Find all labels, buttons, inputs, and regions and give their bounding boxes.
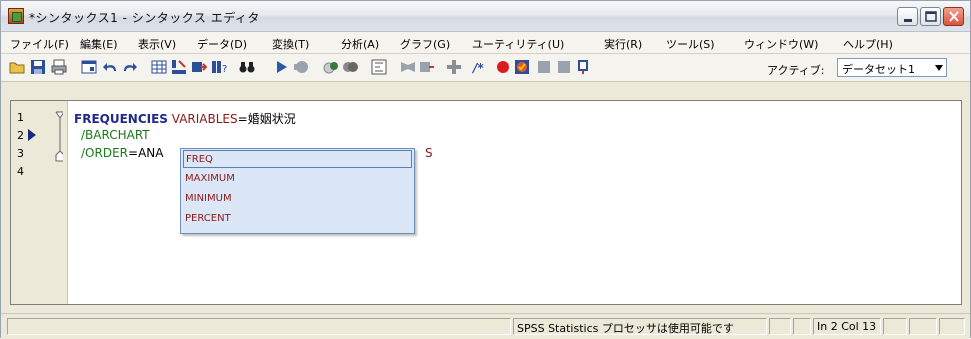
code-line-2: /BARCHART bbox=[81, 128, 150, 142]
fold-bracket-icon[interactable] bbox=[55, 111, 63, 167]
title-bar[interactable]: *シンタックス1 - シンタックス エディタ bbox=[1, 1, 970, 32]
breakpoint-icon[interactable] bbox=[495, 59, 511, 75]
autocomplete-item[interactable]: FREQ bbox=[183, 150, 412, 168]
insert-icon[interactable] bbox=[446, 59, 462, 75]
syntax-help-icon[interactable] bbox=[371, 59, 387, 75]
menu-window[interactable]: ウィンドウ(W) bbox=[744, 36, 818, 52]
variable-name: 婚姻状況 bbox=[247, 112, 296, 126]
comment-toggle-icon[interactable]: /* bbox=[472, 59, 488, 75]
status-empty-cell bbox=[883, 318, 907, 335]
current-line-arrow-icon bbox=[28, 129, 36, 141]
subcommand-barchart: /BARCHART bbox=[81, 128, 150, 142]
line-number-gutter[interactable]: 1 2 3 4 bbox=[11, 101, 68, 304]
command-keyword: FREQUENCIES bbox=[74, 112, 168, 126]
validate-icon[interactable] bbox=[536, 59, 552, 75]
code-line-3: /ORDER=ANA bbox=[81, 146, 163, 160]
minimize-button[interactable] bbox=[897, 7, 918, 26]
status-message-cell bbox=[7, 318, 511, 335]
code-line-1: FREQUENCIES VARIABLES=婚姻状況 bbox=[74, 110, 296, 127]
menu-view[interactable]: 表示(V) bbox=[138, 36, 176, 52]
active-dataset-value: データセット1 bbox=[842, 63, 915, 76]
auto-complete-icon[interactable] bbox=[556, 59, 572, 75]
run-selection-icon[interactable] bbox=[274, 59, 290, 75]
autocomplete-popup[interactable]: FREQ MAXIMUM MINIMUM PERCENT bbox=[180, 148, 415, 234]
svg-text:?: ? bbox=[222, 64, 227, 75]
autocomplete-item[interactable]: MAXIMUM bbox=[183, 170, 412, 188]
cursor-position-text: In 2 Col 13 bbox=[817, 320, 877, 333]
maximize-icon bbox=[925, 11, 937, 22]
status-empty-cell bbox=[769, 318, 791, 335]
menu-help[interactable]: ヘルプ(H) bbox=[843, 36, 893, 52]
step-through-icon[interactable] bbox=[323, 59, 339, 75]
typed-keyword: ANA bbox=[138, 146, 164, 160]
menu-bar: ファイル(F) 編集(E) 表示(V) データ(D) 変換(T) 分析(A) グ… bbox=[1, 32, 970, 54]
goto-case-icon[interactable] bbox=[151, 59, 167, 75]
window-title: *シンタックス1 - シンタックス エディタ bbox=[29, 11, 260, 25]
subcommand-order: /ORDER bbox=[81, 146, 128, 160]
bookmark-icon[interactable] bbox=[400, 59, 416, 75]
menu-tools[interactable]: ツール(S) bbox=[666, 36, 715, 52]
variable-info-icon[interactable]: ? bbox=[211, 59, 227, 75]
syntax-editor[interactable]: 1 2 3 4 FREQUENCIES VARIABLES=婚姻状況 /BARC… bbox=[10, 100, 962, 305]
menu-transform[interactable]: 変換(T) bbox=[272, 36, 309, 52]
menu-data[interactable]: データ(D) bbox=[197, 36, 247, 52]
menu-graphs[interactable]: グラフ(G) bbox=[400, 36, 450, 52]
syntax-app-icon bbox=[8, 8, 24, 24]
stop-processor-icon[interactable] bbox=[293, 59, 309, 75]
line-number: 4 bbox=[17, 165, 24, 178]
svg-text:/*: /* bbox=[472, 61, 484, 75]
menu-run[interactable]: 実行(R) bbox=[604, 36, 642, 52]
processor-status-cell: SPSS Statistics プロセッサは使用可能です bbox=[513, 318, 767, 335]
close-button[interactable] bbox=[943, 7, 964, 26]
menu-analyze[interactable]: 分析(A) bbox=[341, 36, 379, 52]
line-number: 1 bbox=[17, 111, 24, 124]
maximize-button[interactable] bbox=[920, 7, 941, 26]
close-icon bbox=[949, 11, 959, 22]
continue-icon[interactable] bbox=[342, 59, 358, 75]
clear-breakpoints-icon[interactable] bbox=[514, 59, 530, 75]
status-bar: SPSS Statistics プロセッサは使用可能です In 2 Col 13 bbox=[1, 313, 970, 339]
redo-icon[interactable] bbox=[121, 59, 137, 75]
status-empty-cell bbox=[793, 318, 811, 335]
cursor-position-cell: In 2 Col 13 bbox=[813, 318, 881, 335]
autocomplete-item[interactable]: PERCENT bbox=[183, 210, 412, 228]
chevron-down-icon bbox=[935, 65, 943, 71]
variables-icon[interactable] bbox=[191, 59, 207, 75]
next-bookmark-icon[interactable] bbox=[419, 59, 435, 75]
goto-variable-icon[interactable] bbox=[171, 59, 187, 75]
status-empty-cell bbox=[909, 318, 937, 335]
minimize-icon bbox=[904, 19, 912, 22]
find-binoculars-icon[interactable] bbox=[239, 59, 255, 75]
menu-utilities[interactable]: ユーティリティ(U) bbox=[472, 36, 564, 52]
active-dataset-label: アクティブ: bbox=[767, 64, 825, 77]
processor-status-text: SPSS Statistics プロセッサは使用可能です bbox=[517, 322, 734, 335]
line-number: 2 bbox=[17, 129, 24, 142]
dialog-recall-icon[interactable] bbox=[81, 59, 97, 75]
undo-icon[interactable] bbox=[103, 59, 119, 75]
active-dataset-select[interactable]: データセット1 bbox=[837, 58, 947, 77]
syntax-editor-window: *シンタックス1 - シンタックス エディタ ファイル(F) 編集(E) 表示(… bbox=[0, 0, 971, 339]
status-empty-cell bbox=[939, 318, 965, 335]
menu-file[interactable]: ファイル(F) bbox=[10, 36, 69, 52]
subcommand-keyword: VARIABLES bbox=[171, 112, 238, 126]
open-folder-icon[interactable] bbox=[9, 59, 25, 75]
menu-edit[interactable]: 編集(E) bbox=[80, 36, 118, 52]
designate-window-icon[interactable] bbox=[575, 59, 591, 75]
save-icon[interactable] bbox=[30, 59, 46, 75]
autocomplete-item[interactable]: MINIMUM bbox=[183, 190, 412, 208]
print-icon[interactable] bbox=[51, 59, 67, 75]
code-tail-fragment: S bbox=[425, 146, 433, 160]
equals-sign: = bbox=[128, 146, 139, 160]
line-number: 3 bbox=[17, 147, 24, 160]
equals-sign: = bbox=[237, 112, 248, 126]
